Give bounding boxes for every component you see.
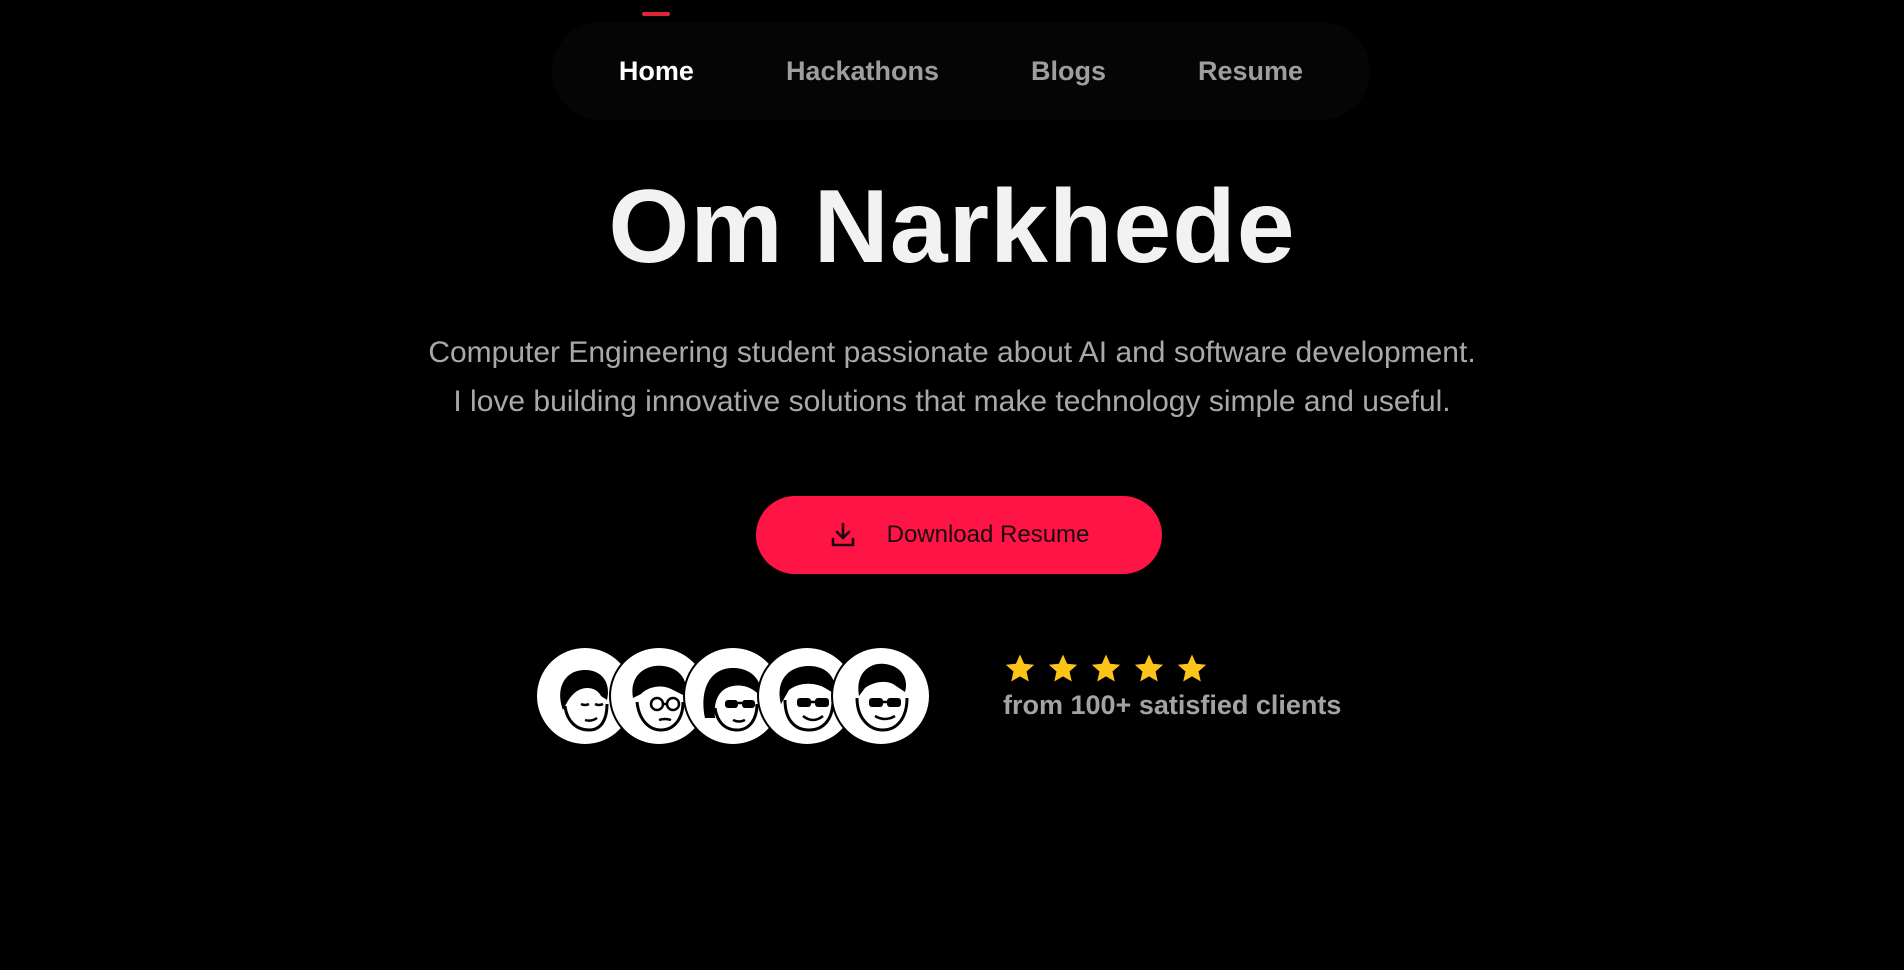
nav-item-blogs-label: Blogs — [1031, 55, 1107, 86]
hero-subtitle: Computer Engineering student passionate … — [0, 328, 1904, 426]
hero-title: Om Narkhede — [608, 169, 1296, 285]
nav-item-hackathons[interactable]: Hackathons — [740, 56, 985, 87]
nav-item-resume[interactable]: Resume — [1152, 56, 1349, 87]
star-rating — [1003, 652, 1341, 686]
client-avatars — [535, 646, 931, 746]
star-icon — [1046, 652, 1080, 686]
nav-item-home-label: Home — [618, 55, 694, 86]
star-icon — [1175, 652, 1209, 686]
top-navigation: Home Hackathons Blogs Resume — [552, 11, 1370, 120]
active-nav-indicator — [642, 11, 671, 16]
rating-caption: from 100+ satisfied clients — [1003, 690, 1342, 720]
client-rating: from 100+ satisfied clients — [1003, 652, 1341, 721]
page: Home Hackathons Blogs Resume Om Narkhede… — [0, 0, 1904, 970]
client-avatar — [831, 646, 931, 746]
download-resume-button[interactable]: Download Resume — [756, 496, 1162, 574]
star-icon — [1089, 652, 1123, 686]
hero-subtitle-line-2: I love building innovative solutions tha… — [453, 385, 1451, 418]
nav-item-resume-label: Resume — [1198, 55, 1304, 86]
hero-subtitle-line-1: Computer Engineering student passionate … — [428, 336, 1476, 369]
star-icon — [1132, 652, 1166, 686]
download-resume-label: Download Resume — [886, 521, 1090, 548]
star-icon — [1003, 652, 1037, 686]
download-icon — [829, 521, 857, 549]
nav-item-home[interactable]: Home — [573, 11, 740, 87]
nav-item-hackathons-label: Hackathons — [785, 55, 939, 86]
avatar-face-sunglasses-grin-icon — [855, 663, 909, 732]
nav-item-blogs[interactable]: Blogs — [985, 56, 1152, 87]
